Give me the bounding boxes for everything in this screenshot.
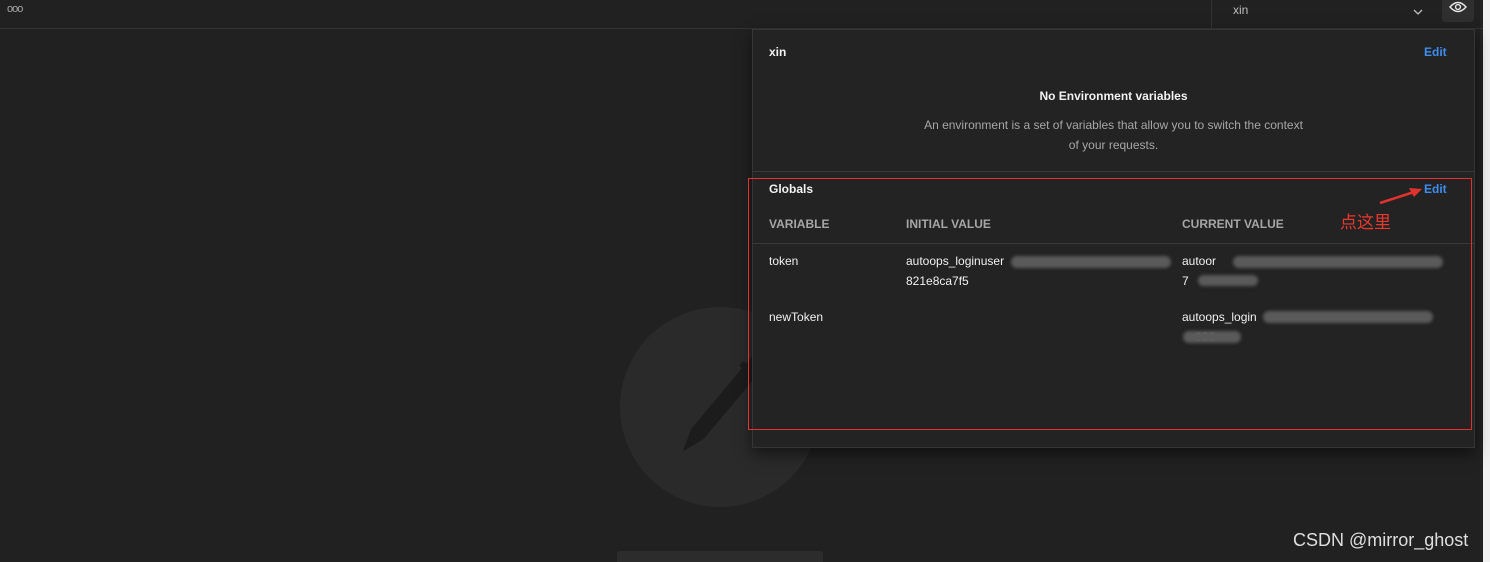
annotation-arrow-icon bbox=[1379, 188, 1422, 205]
section-divider bbox=[753, 171, 1474, 172]
environment-name: xin bbox=[769, 45, 787, 59]
annotation-text: 点这里 bbox=[1340, 213, 1391, 232]
more-menu-icon[interactable]: ooo bbox=[7, 3, 23, 15]
empty-state-description: An environment is a set of variables tha… bbox=[924, 118, 1303, 152]
empty-state-title: No Environment variables bbox=[1039, 89, 1188, 103]
window-edge bbox=[1483, 0, 1490, 562]
environment-quick-look-button[interactable] bbox=[1442, 0, 1474, 22]
environment-selector-value: xin bbox=[1233, 3, 1249, 17]
bottom-panel-tab bbox=[617, 551, 823, 562]
environment-selector[interactable]: xin bbox=[1211, 0, 1438, 28]
watermark-text: CSDN @mirror_ghost bbox=[1293, 530, 1469, 550]
top-bar: ooo xin bbox=[0, 0, 1483, 29]
environment-edit-link[interactable]: Edit bbox=[1424, 45, 1447, 59]
chevron-down-icon bbox=[1412, 5, 1424, 23]
eye-icon bbox=[1449, 0, 1467, 18]
